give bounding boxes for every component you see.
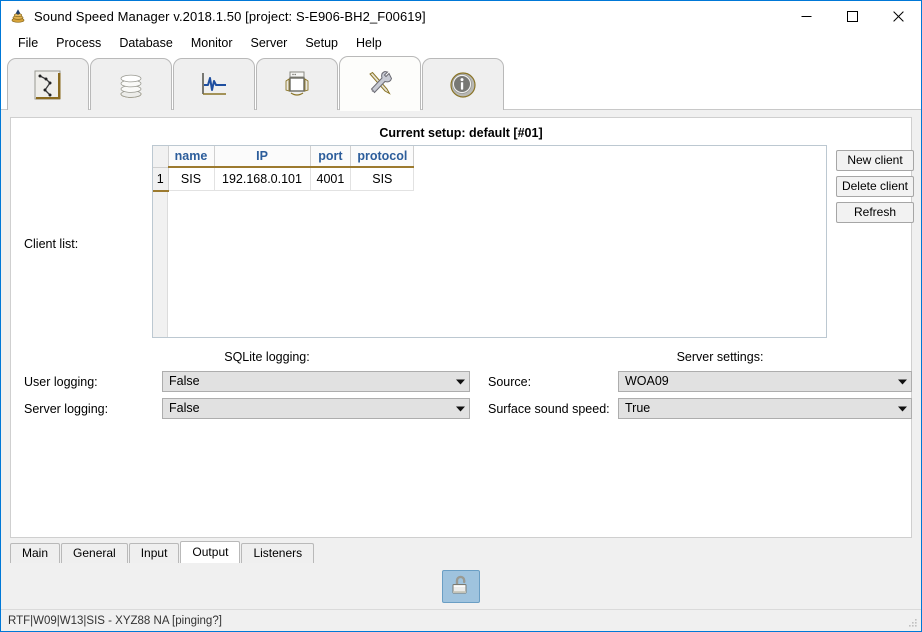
table-header-row: name IP port protocol — [153, 146, 415, 168]
surface-sound-speed-value: True — [619, 399, 894, 418]
client-list-row: Client list: name IP port protocol 1 SIS… — [11, 145, 914, 338]
chevron-down-icon[interactable] — [894, 399, 911, 418]
server-logging-value: False — [163, 399, 452, 418]
tools-icon — [363, 67, 397, 101]
main-content-panel: Current setup: default [#01] Client list… — [10, 117, 914, 538]
server-logging-label: Server logging: — [24, 401, 109, 416]
server-logging-select[interactable]: False — [162, 398, 470, 419]
cell-name[interactable]: SIS — [168, 167, 215, 191]
client-table-panel[interactable]: name IP port protocol 1 SIS 192.168.0.10… — [152, 145, 827, 338]
table-row[interactable]: 1 SIS 192.168.0.101 4001 SIS — [153, 167, 415, 192]
column-header-port[interactable]: port — [310, 146, 352, 168]
sqlite-logging-group: SQLite logging: User logging: False Serv… — [24, 350, 470, 425]
client-list-label: Client list: — [24, 237, 79, 251]
status-text: RTF|W09|W13|SIS - XYZ88 NA [pinging?] — [8, 614, 222, 627]
surface-sound-speed-row: Surface sound speed: True — [488, 398, 912, 419]
cell-protocol[interactable]: SIS — [350, 167, 415, 191]
tab-input[interactable]: Input — [128, 543, 180, 563]
user-logging-value: False — [163, 372, 452, 391]
user-logging-row: User logging: False — [24, 371, 470, 392]
client-table[interactable]: name IP port protocol 1 SIS 192.168.0.10… — [153, 146, 415, 192]
lock-button-bar — [1, 563, 921, 609]
menu-item-setup[interactable]: Setup — [296, 33, 347, 53]
menu-item-file[interactable]: File — [9, 33, 47, 53]
menu-item-monitor[interactable]: Monitor — [182, 33, 242, 53]
current-setup-header: Current setup: default [#01] — [379, 126, 543, 140]
bottom-tab-bar: Main General Input Output Listeners — [1, 541, 921, 563]
server-settings-group: Server settings: Source: WOA09 Surface s… — [488, 350, 912, 425]
tab-setup[interactable] — [339, 56, 421, 111]
user-logging-select[interactable]: False — [162, 371, 470, 392]
open-padlock-icon — [449, 573, 473, 600]
settings-area: SQLite logging: User logging: False Serv… — [11, 350, 912, 425]
source-row: Source: WOA09 — [488, 371, 912, 392]
close-button[interactable] — [875, 1, 921, 31]
menu-item-server[interactable]: Server — [242, 33, 297, 53]
new-client-button[interactable]: New client — [836, 150, 914, 171]
menu-item-help[interactable]: Help — [347, 33, 391, 53]
column-header-ip[interactable]: IP — [214, 146, 311, 168]
column-header-name[interactable]: name — [168, 146, 215, 168]
database-icon — [114, 68, 148, 102]
column-header-protocol[interactable]: protocol — [350, 146, 415, 168]
tab-info[interactable] — [422, 58, 504, 110]
source-label: Source: — [488, 374, 532, 389]
server-settings-title: Server settings: — [676, 350, 764, 364]
application-window: Sound Speed Manager v.2018.1.50 [project… — [0, 0, 922, 632]
tab-database[interactable] — [90, 58, 172, 110]
sound-speed-profile-icon — [31, 68, 65, 102]
cell-port[interactable]: 4001 — [310, 167, 352, 191]
source-value: WOA09 — [619, 372, 894, 391]
minimize-button[interactable] — [783, 1, 829, 31]
menu-bar: File Process Database Monitor Server Set… — [1, 31, 921, 55]
window-title: Sound Speed Manager v.2018.1.50 [project… — [34, 8, 426, 24]
surface-sound-speed-label: Surface sound speed: — [488, 401, 610, 416]
maximize-button[interactable] — [829, 1, 875, 31]
client-action-buttons: New client Delete client Refresh — [827, 145, 914, 338]
chevron-down-icon[interactable] — [452, 372, 469, 391]
sqlite-logging-title: SQLite logging: — [224, 350, 310, 364]
icon-tab-strip — [1, 55, 921, 111]
menu-item-process[interactable]: Process — [47, 33, 110, 53]
window-controls — [783, 1, 921, 31]
tab-general[interactable]: General — [61, 543, 128, 563]
server-logging-row: Server logging: False — [24, 398, 470, 419]
tab-output[interactable]: Output — [180, 541, 241, 563]
surface-sound-speed-select[interactable]: True — [618, 398, 912, 419]
table-corner-cell — [153, 146, 169, 168]
app-icon — [10, 8, 26, 24]
server-rack-icon — [280, 68, 314, 102]
row-number[interactable]: 1 — [153, 167, 169, 192]
waveform-chart-icon — [197, 68, 231, 102]
resize-grip[interactable] — [906, 617, 918, 629]
refresh-button[interactable]: Refresh — [836, 202, 914, 223]
chevron-down-icon[interactable] — [452, 399, 469, 418]
cell-ip[interactable]: 192.168.0.101 — [214, 167, 311, 191]
chevron-down-icon[interactable] — [894, 372, 911, 391]
status-bar: RTF|W09|W13|SIS - XYZ88 NA [pinging?] — [1, 609, 921, 631]
menu-item-database[interactable]: Database — [110, 33, 182, 53]
source-select[interactable]: WOA09 — [618, 371, 912, 392]
tab-server[interactable] — [256, 58, 338, 110]
tab-monitor[interactable] — [173, 58, 255, 110]
user-logging-label: User logging: — [24, 374, 98, 389]
tab-main[interactable]: Main — [10, 543, 61, 563]
tab-listeners[interactable]: Listeners — [241, 543, 315, 563]
delete-client-button[interactable]: Delete client — [836, 176, 914, 197]
unlock-button[interactable] — [442, 569, 480, 603]
title-bar: Sound Speed Manager v.2018.1.50 [project… — [1, 1, 921, 31]
info-icon — [446, 68, 480, 102]
tab-editor[interactable] — [7, 58, 89, 110]
